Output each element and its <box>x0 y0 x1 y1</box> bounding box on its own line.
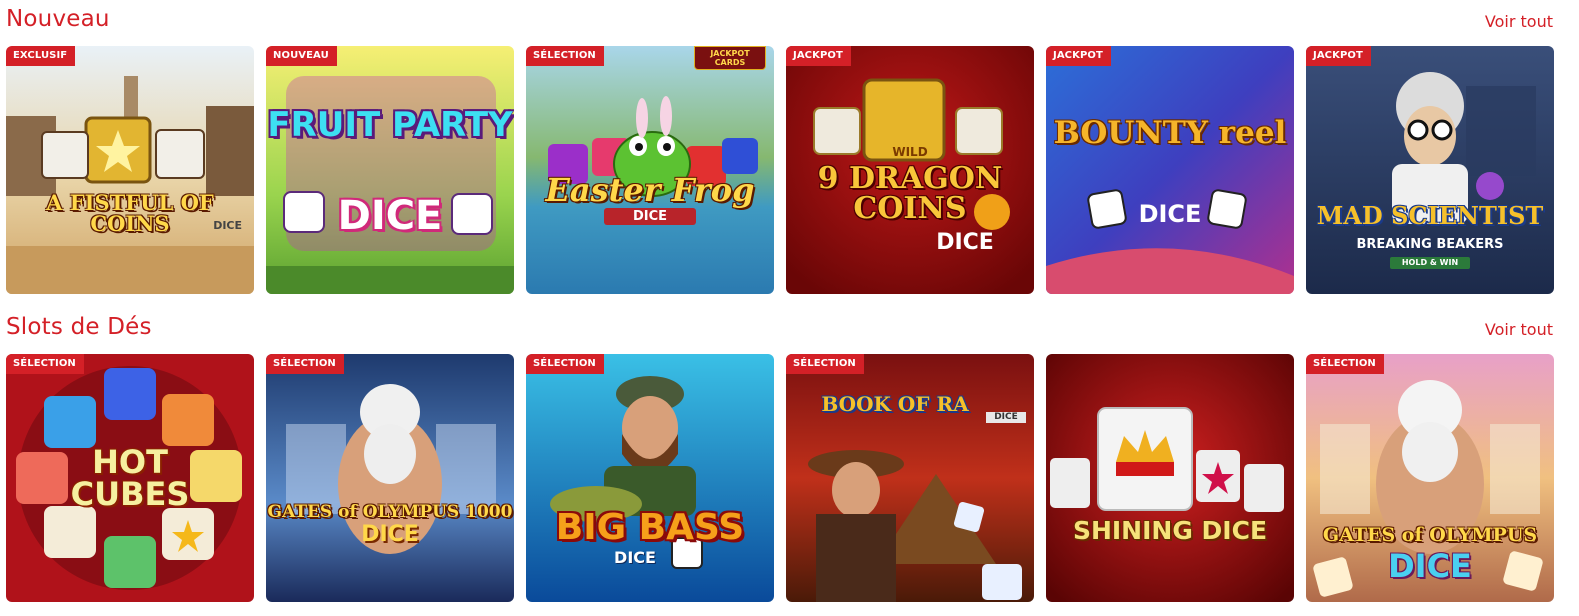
section-nouveau: Nouveau Voir tout EXCLUSIF A FISTFUL OF … <box>0 0 1579 294</box>
games-row: SÉLECTION HOT CUBES SÉLECTION GATES of O… <box>0 354 1579 602</box>
badge-selection: SÉLECTION <box>1306 354 1384 374</box>
badge-jackpot: JACKPOT <box>786 46 851 66</box>
game-subtitle: DICE <box>337 193 443 239</box>
badge-selection: SÉLECTION <box>6 354 84 374</box>
badge-selection: SÉLECTION <box>266 354 344 374</box>
game-artwork <box>1046 354 1294 602</box>
game-title: FRUIT PARTY <box>267 105 513 145</box>
game-tile-easter-frog[interactable]: SÉLECTION JACKPOT CARDS Easter Frog DICE <box>526 46 774 294</box>
game-title: 9 DRAGON COINS <box>817 161 1003 226</box>
game-title: BOUNTY reel <box>1053 115 1287 151</box>
badge-selection: SÉLECTION <box>526 354 604 374</box>
wild-mark: WILD <box>892 145 928 159</box>
badge-selection: SÉLECTION <box>526 46 604 66</box>
game-title: HOT CUBES <box>70 443 190 513</box>
game-tile-hot-cubes[interactable]: SÉLECTION HOT CUBES <box>6 354 254 602</box>
section-header: Slots de Dés Voir tout <box>0 308 1579 354</box>
game-artwork <box>266 46 514 294</box>
section-header: Nouveau Voir tout <box>0 0 1579 46</box>
badge-jackpot: JACKPOT <box>1046 46 1111 66</box>
game-subtitle: DICE <box>604 208 696 225</box>
game-subtitle: DICE <box>361 522 419 547</box>
badge-selection: SÉLECTION <box>786 354 864 374</box>
game-subtitle: DICE <box>1138 200 1202 228</box>
game-artwork <box>526 46 774 294</box>
game-subtitle: DICE <box>936 230 994 255</box>
game-subtitle: DICE <box>986 412 1026 423</box>
voir-tout-link[interactable]: Voir tout <box>1485 320 1553 339</box>
game-artwork <box>6 46 254 294</box>
game-title: BOOK OF RA <box>821 392 969 416</box>
badge-exclusif: EXCLUSIF <box>6 46 76 66</box>
game-artwork <box>1046 46 1294 294</box>
jackpot-cards-logo: JACKPOT CARDS <box>694 46 766 70</box>
game-tile-a-fistful-of-coins[interactable]: EXCLUSIF A FISTFUL OF COINS DICE <box>6 46 254 294</box>
game-title: GATES of OLYMPUS 1000 <box>267 502 513 522</box>
section-slots-de-des: Slots de Dés Voir tout SÉLECTION HOT CUB… <box>0 308 1579 602</box>
game-subtitle: DICE <box>213 219 242 232</box>
game-subtitle: DICE <box>614 548 656 567</box>
game-title: GATES of OLYMPUS <box>1322 524 1538 546</box>
game-tile-9-dragon-coins[interactable]: JACKPOT WILD 9 DRAGON COINS DICE <box>786 46 1034 294</box>
voir-tout-link[interactable]: Voir tout <box>1485 12 1553 31</box>
section-title: Nouveau <box>6 6 110 32</box>
game-tile-mad-scientist[interactable]: JACKPOT MAD SCIENTIST BREAKING BEAKERS H… <box>1306 46 1554 294</box>
game-tile-gates-of-olympus-dice[interactable]: SÉLECTION GATES of OLYMPUS DICE <box>1306 354 1554 602</box>
game-title: Easter Frog <box>545 171 755 209</box>
game-tile-book-of-ra-dice[interactable]: SÉLECTION BOOK OF RA DICE <box>786 354 1034 602</box>
game-tile-fruit-party-dice[interactable]: NOUVEAU FRUIT PARTY DICE <box>266 46 514 294</box>
badge-jackpot: JACKPOT <box>1306 46 1371 66</box>
game-title: BIG BASS <box>555 507 745 548</box>
hold-and-win-tag: HOLD & WIN <box>1390 257 1470 269</box>
game-tile-shining-dice[interactable]: SHINING DICE <box>1046 354 1294 602</box>
game-artwork <box>266 354 514 602</box>
game-title: MAD SCIENTIST <box>1316 201 1544 230</box>
game-tile-gates-of-olympus-1000-dice[interactable]: SÉLECTION GATES of OLYMPUS 1000 DICE <box>266 354 514 602</box>
game-tile-big-bass-dice[interactable]: SÉLECTION BIG BASS DICE <box>526 354 774 602</box>
section-title: Slots de Dés <box>6 314 152 340</box>
game-tile-bounty-reel[interactable]: JACKPOT BOUNTY reel DICE <box>1046 46 1294 294</box>
games-row: EXCLUSIF A FISTFUL OF COINS DICE NOUVEAU… <box>0 46 1579 294</box>
badge-nouveau: NOUVEAU <box>266 46 337 66</box>
game-title: SHINING DICE <box>1072 516 1268 545</box>
game-subtitle: DICE <box>1388 547 1472 585</box>
game-subtitle: BREAKING BEAKERS <box>1356 237 1504 252</box>
